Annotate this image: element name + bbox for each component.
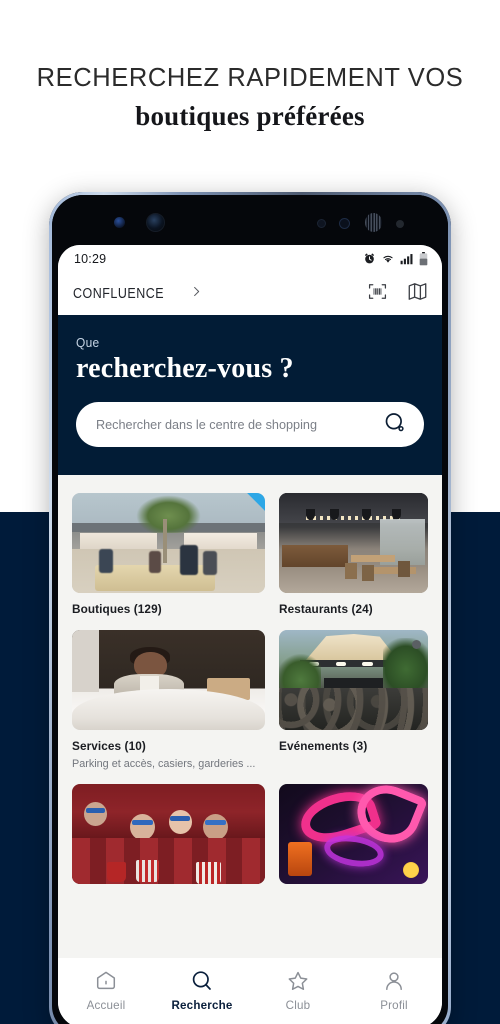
outdoor-concert-photo: [279, 630, 428, 730]
nav-item-club[interactable]: Club: [250, 969, 346, 1012]
brand-selector[interactable]: CONFLUENCE: [73, 285, 203, 303]
search-bar[interactable]: [76, 402, 424, 447]
phone-mockup: 10:29 CONFLUENCE Que recherchez-vous ? R…: [49, 192, 451, 1024]
headline-line-2: boutiques préférées: [135, 101, 365, 131]
alarm-icon: [363, 252, 376, 265]
card-subtitle: Parking et accès, casiers, garderies ...: [72, 758, 256, 770]
headline-line-1: RECHERCHEZ RAPIDEMENT VOS: [36, 64, 464, 92]
category-card[interactable]: Restaurants (24): [279, 493, 428, 616]
card-title: Evénements (3): [279, 739, 368, 753]
nav-item-recherche[interactable]: Recherche: [154, 969, 250, 1012]
home-icon: [94, 969, 118, 993]
category-grid: Boutiques (129) Restaurants (24) Service…: [72, 493, 428, 893]
app-header: CONFLUENCE: [58, 272, 442, 315]
light-sensor-icon: [317, 219, 326, 228]
nav-label: Club: [285, 999, 311, 1012]
status-bar-icons: [363, 251, 428, 266]
search-input[interactable]: [96, 417, 371, 432]
category-card[interactable]: [72, 784, 266, 893]
marketing-page: RECHERCHEZ RAPIDEMENT VOS boutiques préf…: [0, 0, 500, 1024]
search-results: Boutiques (129) Restaurants (24) Service…: [58, 475, 442, 905]
hero-section: Que recherchez-vous ?: [58, 315, 442, 475]
category-card[interactable]: Services (10) Parking et accès, casiers,…: [72, 630, 266, 770]
app-screen: 10:29 CONFLUENCE Que recherchez-vous ? R…: [58, 245, 442, 1024]
nav-label: Recherche: [171, 999, 233, 1012]
bottom-navigation: Accueil Recherche Club Profil: [58, 958, 442, 1024]
nav-label: Accueil: [86, 999, 126, 1012]
led-indicator-icon: [396, 220, 404, 228]
category-card[interactable]: Boutiques (129): [72, 493, 266, 616]
restaurant-hall-photo: [279, 493, 428, 593]
brand-name: CONFLUENCE: [73, 285, 165, 302]
nav-label: Profil: [380, 999, 408, 1012]
card-image: [72, 493, 266, 593]
battery-icon: [419, 251, 428, 266]
nav-item-accueil[interactable]: Accueil: [58, 969, 154, 1012]
wifi-icon: [381, 252, 395, 265]
card-image: [279, 784, 428, 884]
cinema-audience-photo: [72, 784, 266, 884]
mall-interior-photo: [72, 493, 266, 593]
neon-attraction-photo: [279, 784, 428, 884]
front-camera-icon: [146, 213, 165, 232]
card-title: Services (10): [72, 739, 146, 753]
ir-emitter-icon: [365, 213, 382, 232]
iris-sensor-icon: [339, 218, 350, 229]
person-icon: [382, 969, 406, 993]
hero-kicker: Que: [76, 335, 100, 350]
map-icon[interactable]: [407, 281, 428, 307]
category-card[interactable]: Evénements (3): [279, 630, 428, 770]
header-actions: [368, 281, 428, 307]
star-icon: [286, 969, 310, 993]
phone-body: 10:29 CONFLUENCE Que recherchez-vous ? R…: [52, 195, 448, 1024]
chevron-right-icon: [190, 285, 203, 303]
category-card[interactable]: [279, 784, 428, 893]
card-image: [72, 784, 266, 884]
service-desk-photo: [72, 630, 266, 730]
status-bar-time: 10:29: [74, 251, 107, 266]
search-icon: [190, 969, 214, 993]
page-headline: RECHERCHEZ RAPIDEMENT VOS boutiques préf…: [0, 62, 500, 134]
search-submit-button[interactable]: [382, 412, 408, 438]
hero-title: recherchez-vous ?: [76, 353, 294, 384]
phone-bezel: [52, 195, 448, 245]
proximity-sensor-icon: [114, 217, 125, 228]
barcode-scan-icon[interactable]: [368, 282, 387, 306]
nav-item-profil[interactable]: Profil: [346, 969, 442, 1012]
card-title: Boutiques (129): [72, 602, 162, 616]
card-title: Restaurants (24): [279, 602, 373, 616]
card-image: [72, 630, 266, 730]
cellular-signal-icon: [400, 253, 414, 265]
status-bar: 10:29: [58, 245, 442, 272]
search-icon: [383, 411, 407, 438]
card-image: [279, 493, 428, 593]
card-image: [279, 630, 428, 730]
